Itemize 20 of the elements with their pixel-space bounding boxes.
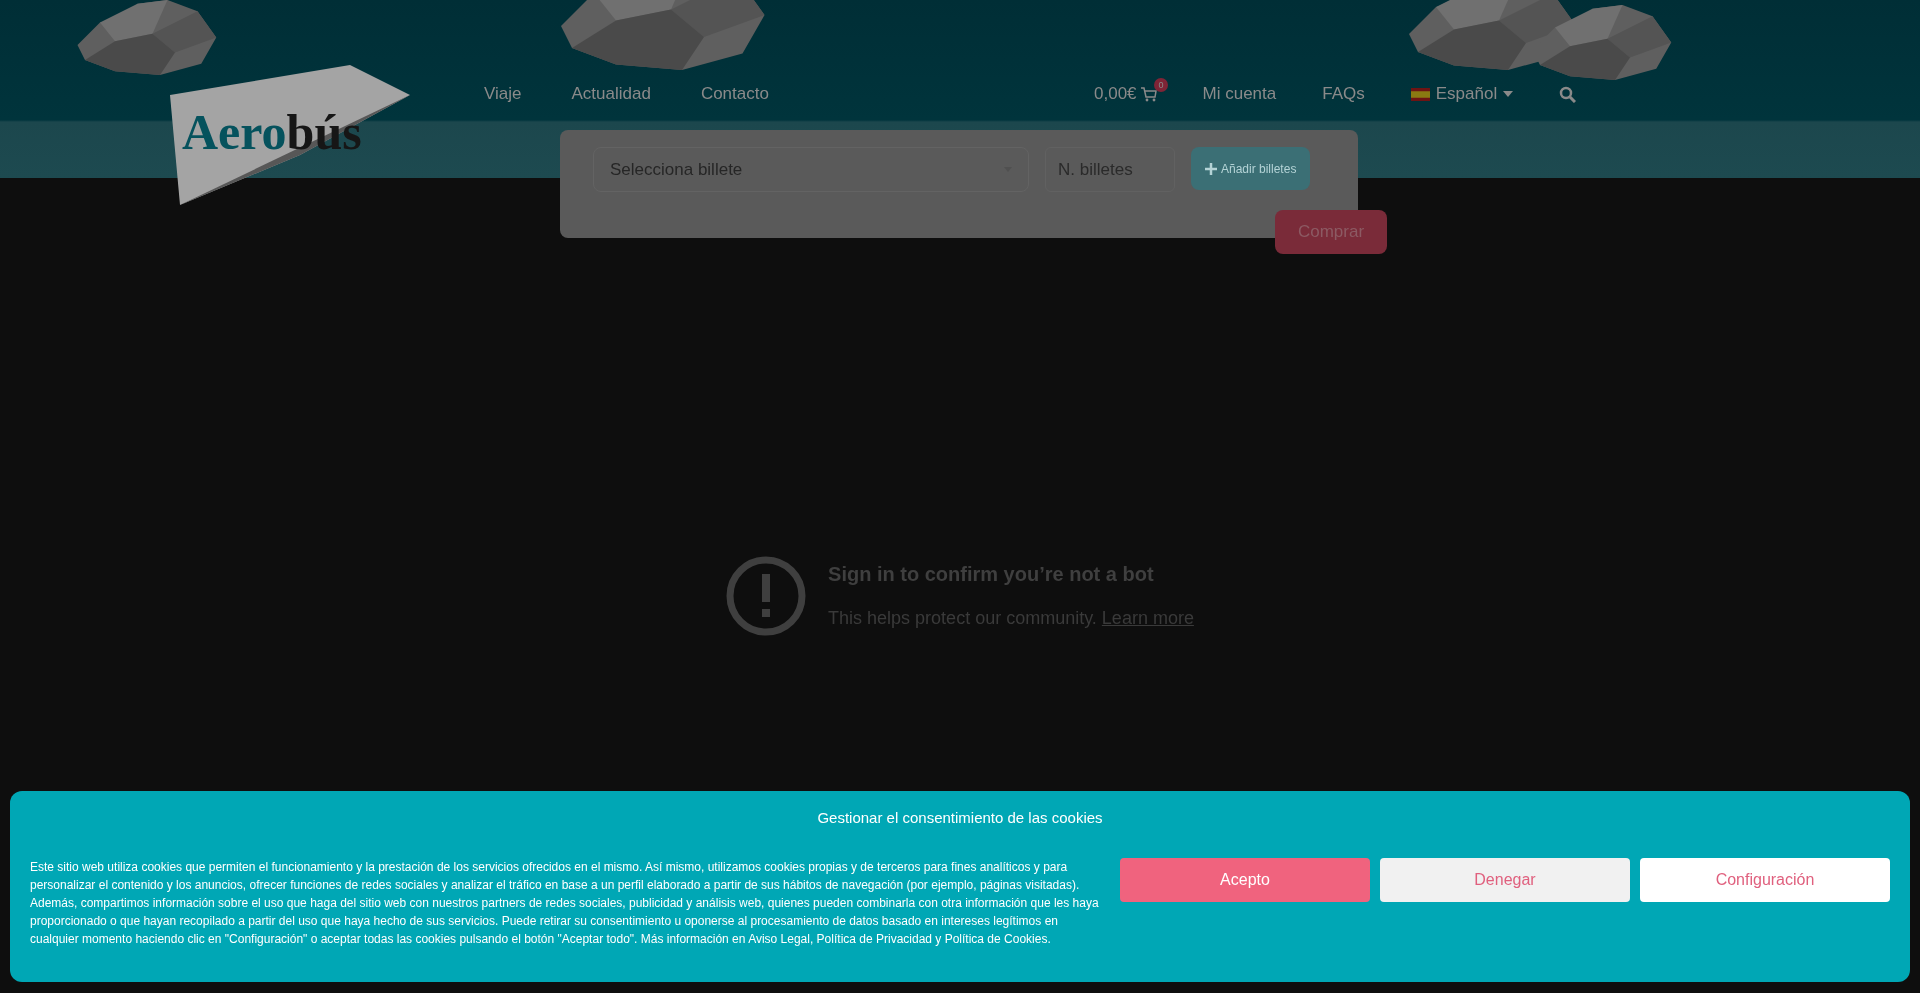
cart-icon[interactable] xyxy=(1140,86,1157,102)
flag-icon xyxy=(1410,87,1430,101)
plus-icon xyxy=(1205,162,1217,175)
nav-link[interactable]: Viaje xyxy=(484,84,522,104)
cookie-button[interactable]: Acepto xyxy=(1120,858,1370,902)
nav-link[interactable]: FAQs xyxy=(1322,84,1365,104)
language-selector[interactable]: Español xyxy=(1435,84,1498,104)
cookie-button[interactable]: Configuración xyxy=(1640,858,1890,902)
cookie-banner-text: Este sitio web utiliza cookies que permiten el funcionamiento y la prestación de los servicios ofrecidos en el mismo. Así mismo, utilizamos cookies propias y de terceros para fines analíticos y para personalizar el contenido y los anuncios, ofrecer funciones de redes sociales y analizar el tráfico en base a un perfil elaborado a partir de sus hábitos de navegación (por ejemplo, páginas visitadas). Además, compartimos información sobre el uso que haga del sitio web con nuestros partners de redes sociales, publicidad y análisis web, quienes pueden combinarla con otra información que les haya proporcionado o que hayan recopilado a partir del uso que haya hecho de sus servicios. Puede retirar su consentimiento u oponerse al procesamiento de datos basado en intereses legítimos en cualquier momento haciendo clic en "Configuración" o aceptar todas las cookies pulsando el botón "Aceptar todo". Más información en Aviso Legal, Política de Privacidad y Política de Cookies. xyxy=(30,859,1100,948)
nav-link[interactable]: Contacto xyxy=(700,84,769,104)
caret-icon[interactable] xyxy=(1503,91,1514,97)
cookie-banner-title: Gestionar el consentimiento de las cookies xyxy=(816,809,1104,826)
add-tickets-button[interactable]: Añadir billetes xyxy=(1191,147,1311,190)
warning-icon xyxy=(726,555,807,636)
cookie-button[interactable]: Denegar xyxy=(1380,858,1630,902)
search-icon[interactable] xyxy=(1559,85,1577,103)
nav-link[interactable]: Mi cuenta xyxy=(1202,84,1277,104)
nav-link[interactable]: Actualidad xyxy=(571,84,651,104)
cart-count-badge: 0 xyxy=(1154,78,1168,92)
cart-total[interactable]: 0,00€ xyxy=(1094,84,1137,104)
